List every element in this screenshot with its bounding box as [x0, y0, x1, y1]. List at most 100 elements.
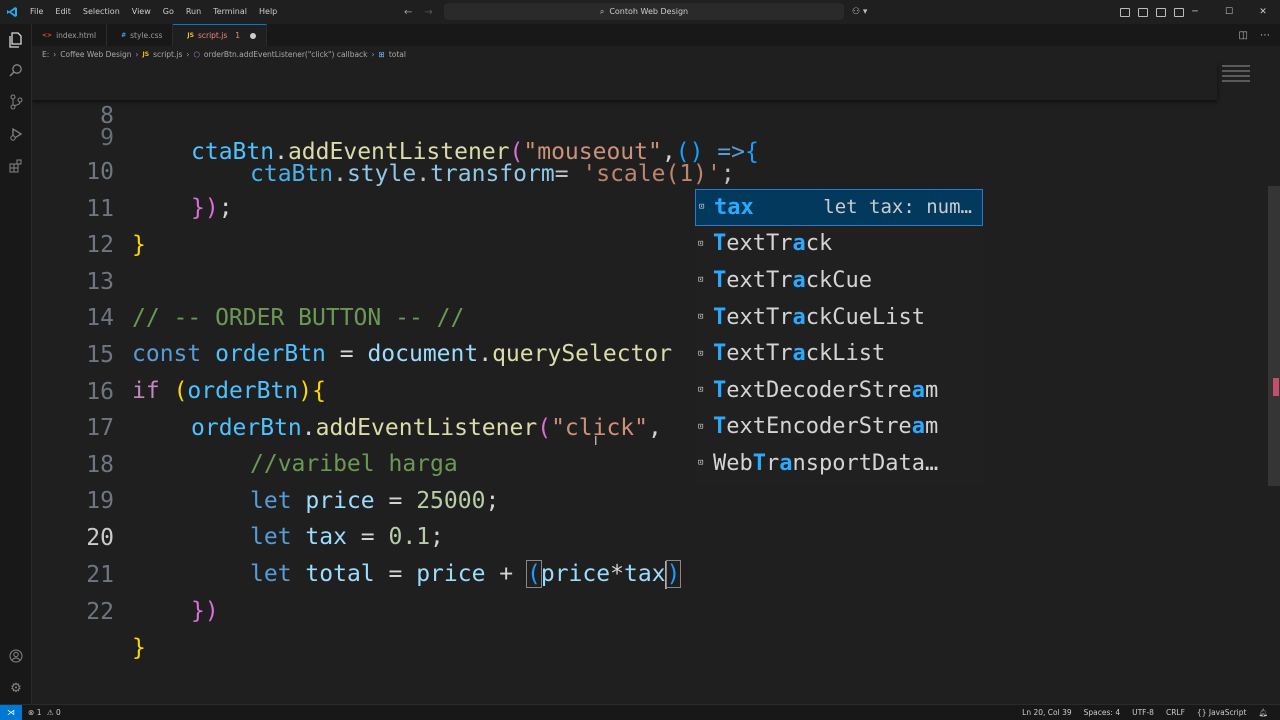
code-line: 13 // -- ORDER BUTTON -- // [32, 228, 464, 331]
menu-file[interactable]: File [24, 0, 49, 24]
cursor-position[interactable]: Ln 20, Col 39 [1022, 708, 1071, 717]
status-bar: ⋊ ⊗ 1 ⚠ 0 Ln 20, Col 39 Spaces: 4 UTF-8 … [0, 704, 1280, 720]
css-file-icon: # [121, 31, 127, 39]
back-arrow-icon[interactable]: ← [404, 7, 412, 18]
class-icon: ⊡ [698, 385, 704, 396]
suggestion-item[interactable]: ⊡ TextTrackCueList [695, 299, 983, 336]
language-label: JavaScript [1208, 708, 1247, 717]
suggestion-item[interactable]: ⊡ TextDecoderStream [695, 372, 983, 409]
maximize-icon[interactable]: ☐ [1212, 7, 1246, 17]
class-icon: ⊡ [698, 348, 704, 359]
autocomplete-suggestions: ⊡ tax let tax: num… ⊡ TextTrack ⊡ TextTr… [695, 189, 983, 483]
code-line: 17 //varibel harga [32, 374, 457, 477]
menu-selection[interactable]: Selection [77, 0, 126, 24]
suggestion-item[interactable]: ⊡ TextTrackCue [695, 262, 983, 299]
menu-go[interactable]: Go [157, 0, 180, 24]
extensions-icon[interactable] [8, 158, 24, 174]
breadcrumb-callback[interactable]: orderBtn.addEventListener("click") callb… [204, 50, 368, 59]
class-icon: ⊡ [698, 275, 704, 286]
status-right: Ln 20, Col 39 Spaces: 4 UTF-8 CRLF {} Ja… [1022, 705, 1268, 720]
split-editor-icon[interactable]: ◫ [1239, 30, 1248, 41]
explorer-icon[interactable] [8, 32, 24, 48]
cube-icon: ⬡ [193, 49, 200, 59]
copilot-icon[interactable]: ⚇ ▾ [852, 0, 867, 24]
more-actions-icon[interactable]: ⋯ [1260, 30, 1270, 41]
source-control-icon[interactable] [8, 94, 24, 110]
menu-edit[interactable]: Edit [49, 0, 77, 24]
unsaved-dot-icon[interactable] [250, 32, 257, 39]
chevron-right-icon: › [371, 49, 375, 59]
class-icon: ⊡ [698, 238, 704, 249]
command-center-search[interactable]: ⌕ Contoh Web Design [444, 3, 844, 20]
braces-icon: {} [1196, 708, 1207, 717]
breadcrumb-file[interactable]: script.js [153, 50, 182, 59]
close-icon[interactable]: ✕ [1246, 7, 1280, 17]
code-line: 8 ctaBtn.addEventListener("mouseout",() … [32, 62, 759, 165]
js-file-icon: JS [142, 50, 150, 58]
run-debug-icon[interactable] [8, 126, 24, 142]
minimap[interactable] [1222, 62, 1250, 92]
suggestion-item[interactable]: ⊡ TextTrackList [695, 335, 983, 372]
tab-script-js[interactable]: JS script.js 1 [173, 24, 268, 46]
menu-terminal[interactable]: Terminal [207, 0, 253, 24]
code-line: 15 if (orderBtn){ [32, 301, 326, 404]
suggestion-item[interactable]: ⊡ WebTransportData… [695, 445, 983, 482]
title-bar: File Edit Selection View Go Run Terminal… [0, 0, 1280, 24]
remote-indicator-icon[interactable]: ⋊ [0, 704, 22, 720]
sticky-scroll-header[interactable]: 8 ctaBtn.addEventListener("mouseout",() … [32, 62, 1217, 165]
command-center-label: Contoh Web Design [609, 7, 689, 16]
code-editor[interactable]: 9 ctaBtn.style.transform= 'scale(1)'; 8 … [32, 62, 1280, 704]
suggestion-item-selected[interactable]: ⊡ tax let tax: num… [695, 189, 983, 226]
forward-arrow-icon[interactable]: → [424, 7, 432, 18]
editor-tabs: <> index.html # style.css JS script.js 1 [32, 24, 1280, 46]
code-line: 19 let tax = 0.1; [32, 447, 444, 550]
tab-style-css[interactable]: # style.css [107, 24, 174, 46]
warning-icon: ⚠ [46, 708, 54, 717]
problems-indicator[interactable]: ⊗ 1 ⚠ 0 [28, 708, 61, 717]
code-line: 22 } [32, 558, 146, 661]
suggestion-item[interactable]: ⊡ TextTrack [695, 226, 983, 263]
manage-gear-icon[interactable]: ⚙ [8, 680, 24, 696]
menu-bar: File Edit Selection View Go Run Terminal… [24, 0, 283, 24]
class-icon: ⊡ [698, 421, 704, 432]
breadcrumb-folder[interactable]: Coffee Web Design [60, 50, 131, 59]
menu-view[interactable]: View [126, 0, 157, 24]
js-file-icon: JS [187, 32, 194, 39]
breadcrumb-symbol[interactable]: total [389, 50, 406, 59]
breadcrumb: E: › Coffee Web Design › JS script.js › … [32, 46, 1280, 62]
suggestion-label: tax [714, 194, 754, 220]
error-icon: ⊗ [28, 708, 35, 717]
suggestion-label: TextTrackCue [713, 267, 872, 293]
activity-bar: ⚙ [0, 24, 32, 704]
toggle-secondary-sidebar-icon[interactable] [1156, 7, 1166, 17]
tab-label: script.js [197, 31, 228, 40]
chevron-right-icon: › [53, 49, 57, 59]
code-line: 21 }) [32, 521, 218, 624]
toggle-panel-icon[interactable] [1138, 7, 1148, 17]
vscode-logo-icon [0, 0, 24, 24]
menu-help[interactable]: Help [253, 0, 283, 24]
suggestion-label: TextTrackCueList [713, 304, 925, 330]
mouse-ibeam-icon: I [594, 434, 598, 448]
menu-run[interactable]: Run [180, 0, 207, 24]
indentation[interactable]: Spaces: 4 [1084, 708, 1120, 717]
minimize-icon[interactable]: ─ [1178, 7, 1212, 17]
suggestion-item[interactable]: ⊡ TextEncoderStream [695, 409, 983, 446]
tab-problem-count: 1 [235, 31, 241, 40]
encoding[interactable]: UTF-8 [1132, 708, 1154, 717]
vertical-scrollbar[interactable] [1268, 186, 1280, 486]
tab-label: index.html [56, 30, 97, 40]
navigation-arrows: ← → [404, 0, 433, 24]
search-icon[interactable] [8, 62, 24, 78]
class-icon: ⊡ [698, 312, 704, 323]
line-ending[interactable]: CRLF [1166, 708, 1185, 717]
toggle-sidebar-icon[interactable] [1120, 7, 1130, 17]
account-icon[interactable] [8, 648, 24, 664]
suggestion-label: TextTrackList [713, 341, 886, 367]
variable-icon: ⊡ [699, 202, 705, 213]
breadcrumb-drive[interactable]: E: [42, 50, 49, 59]
error-marker [1273, 378, 1279, 396]
notifications-bell-icon[interactable]: 🔔︎ [1258, 708, 1268, 717]
language-mode[interactable]: {} JavaScript [1197, 708, 1247, 717]
tab-index-html[interactable]: <> index.html [32, 24, 108, 46]
